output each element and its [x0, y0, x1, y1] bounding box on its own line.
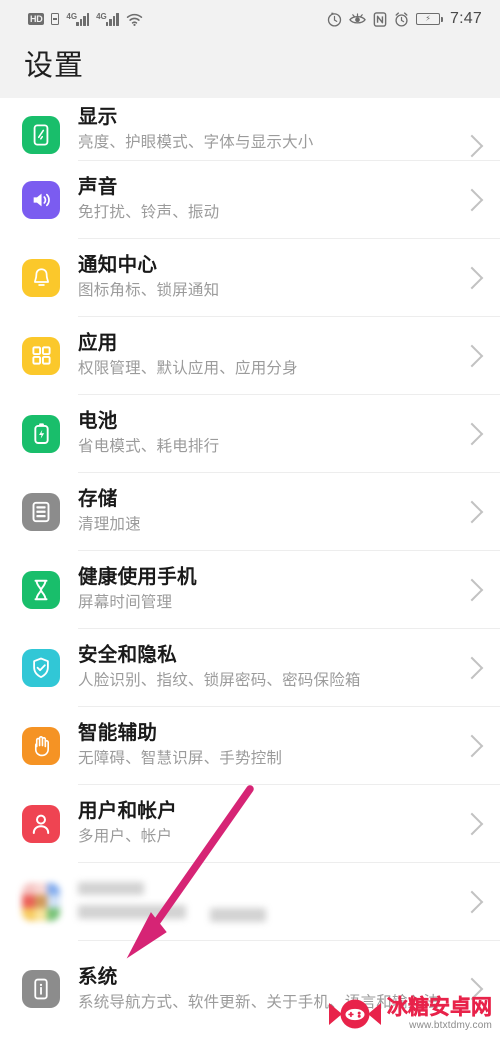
display-icon [22, 116, 60, 154]
site-watermark: 冰糖安卓网 www.btxtdmy.com [329, 997, 492, 1031]
settings-row-subtitle: 权限管理、默认应用、应用分身 [78, 360, 298, 377]
settings-row-storage[interactable]: 存储 清理加速 [0, 473, 500, 550]
settings-row-title: 系统 [78, 965, 118, 988]
status-bar-clock: 7:47 [450, 10, 482, 27]
shield-check-icon [22, 648, 60, 687]
page-title-bar: 设置 [0, 38, 500, 98]
phone-screen: HD 4G 4G ⚡ 7:47 设置 显示 亮度、护眼模式、字体与显示大小 声音… [0, 0, 500, 1039]
status-bar: HD 4G 4G ⚡ 7:47 [0, 0, 500, 38]
settings-row-digital-balance[interactable]: 健康使用手机 屏幕时间管理 [0, 551, 500, 628]
settings-row-title: 健康使用手机 [78, 566, 197, 588]
settings-row-title: 通知中心 [78, 254, 158, 276]
settings-row-text: 电池 省电模式、耗电排行 [78, 409, 458, 458]
settings-row-text: 用户和帐户 多用户、帐户 [78, 799, 458, 848]
settings-row-title: 声音 [78, 176, 118, 198]
settings-row-subtitle: 多用户、帐户 [78, 828, 173, 845]
system-info-icon [22, 970, 60, 1008]
settings-row-text: 存储 清理加速 [78, 487, 458, 536]
wifi-icon [126, 13, 143, 26]
settings-row-text: 智能辅助 无障碍、智慧识屏、手势控制 [78, 721, 458, 770]
settings-row-subtitle: 屏幕时间管理 [78, 594, 173, 611]
settings-row-apps[interactable]: 应用 权限管理、默认应用、应用分身 [0, 317, 500, 394]
signal-bars-icon-2 [105, 12, 119, 26]
chevron-right-icon [460, 188, 484, 211]
settings-row-users-accounts[interactable]: 用户和帐户 多用户、帐户 [0, 785, 500, 862]
battery-charging-icon [22, 414, 60, 453]
chevron-right-icon [460, 344, 484, 367]
timer-icon [327, 12, 342, 27]
settings-row-text: 应用 权限管理、默认应用、应用分身 [78, 331, 458, 380]
settings-row-text: 安全和隐私 人脸识别、指纹、锁屏密码、密码保险箱 [78, 643, 458, 692]
eye-comfort-icon [349, 12, 366, 26]
settings-row-subtitle: 图标角标、锁屏通知 [78, 282, 220, 299]
chevron-right-icon [460, 734, 484, 757]
settings-row-subtitle: 清理加速 [78, 516, 141, 533]
hourglass-icon [22, 570, 60, 609]
settings-row-display[interactable]: 显示 亮度、护眼模式、字体与显示大小 [0, 98, 500, 160]
settings-row-title: 电池 [78, 410, 118, 432]
battery-icon: ⚡ [416, 13, 443, 25]
settings-row-sound[interactable]: 声音 免打扰、铃声、振动 [0, 161, 500, 238]
settings-row-subtitle: 免打扰、铃声、振动 [78, 204, 220, 221]
signal-bars-icon [76, 12, 90, 26]
settings-row-title: 安全和隐私 [78, 644, 178, 666]
bell-icon [22, 258, 60, 297]
chevron-right-icon [460, 578, 484, 601]
chevron-right-icon [460, 266, 484, 289]
signal-2-group: 4G [96, 12, 119, 26]
storage-icon [22, 492, 60, 531]
apps-grid-icon [22, 336, 60, 375]
page-title: 设置 [24, 50, 85, 82]
redacted-mosaic-icon [22, 882, 60, 921]
settings-row-title: 智能辅助 [78, 722, 158, 744]
settings-row-security-privacy[interactable]: 安全和隐私 人脸识别、指纹、锁屏密码、密码保险箱 [0, 629, 500, 706]
redacted-subtitle-row [78, 902, 452, 922]
settings-row-redacted[interactable] [0, 863, 500, 940]
settings-row-subtitle: 亮度、护眼模式、字体与显示大小 [78, 134, 314, 151]
alarm-icon [394, 11, 409, 27]
redacted-subtitle [78, 904, 186, 919]
settings-row-text: 声音 免打扰、铃声、振动 [78, 175, 458, 224]
chevron-right-icon [460, 134, 484, 158]
sim-card-icon [51, 13, 60, 25]
candy-gamepad-logo-icon [329, 997, 381, 1031]
chevron-right-icon [460, 422, 484, 445]
watermark-url: www.btxtdmy.com [409, 1020, 492, 1031]
nfc-icon [373, 11, 387, 27]
status-bar-right: ⚡ 7:47 [327, 10, 482, 28]
redacted-subtitle-2 [210, 907, 266, 922]
status-bar-left: HD 4G 4G [28, 12, 143, 26]
user-account-icon [22, 804, 60, 843]
settings-list: 显示 亮度、护眼模式、字体与显示大小 声音 免打扰、铃声、振动 通知中心 图标角… [0, 98, 500, 1037]
settings-row-title: 显示 [78, 106, 118, 128]
settings-row-title: 存储 [78, 488, 118, 510]
settings-row-battery[interactable]: 电池 省电模式、耗电排行 [0, 395, 500, 472]
chevron-right-icon [460, 500, 484, 523]
settings-row-subtitle: 省电模式、耗电排行 [78, 438, 220, 455]
settings-row-text: 健康使用手机 屏幕时间管理 [78, 565, 458, 614]
hd-badge-icon: HD [28, 13, 45, 25]
chevron-right-icon [460, 812, 484, 835]
settings-row-text: 显示 亮度、护眼模式、字体与显示大小 [78, 105, 458, 154]
chevron-right-icon [460, 656, 484, 679]
chevron-right-icon [460, 890, 484, 913]
settings-row-subtitle: 人脸识别、指纹、锁屏密码、密码保险箱 [78, 672, 361, 689]
redacted-row-text [78, 881, 458, 922]
watermark-site-name: 冰糖安卓网 [387, 996, 492, 1019]
settings-row-smart-assistance[interactable]: 智能辅助 无障碍、智慧识屏、手势控制 [0, 707, 500, 784]
settings-row-notifications[interactable]: 通知中心 图标角标、锁屏通知 [0, 239, 500, 316]
sound-icon [22, 180, 60, 219]
redacted-title [78, 881, 144, 895]
settings-row-subtitle: 无障碍、智慧识屏、手势控制 [78, 750, 283, 767]
settings-row-title: 应用 [78, 332, 118, 354]
settings-row-text: 通知中心 图标角标、锁屏通知 [78, 253, 458, 302]
settings-row-title: 用户和帐户 [78, 800, 178, 822]
hand-icon [22, 726, 60, 765]
signal-1-group: 4G [66, 12, 90, 26]
watermark-text: 冰糖安卓网 www.btxtdmy.com [387, 997, 492, 1031]
